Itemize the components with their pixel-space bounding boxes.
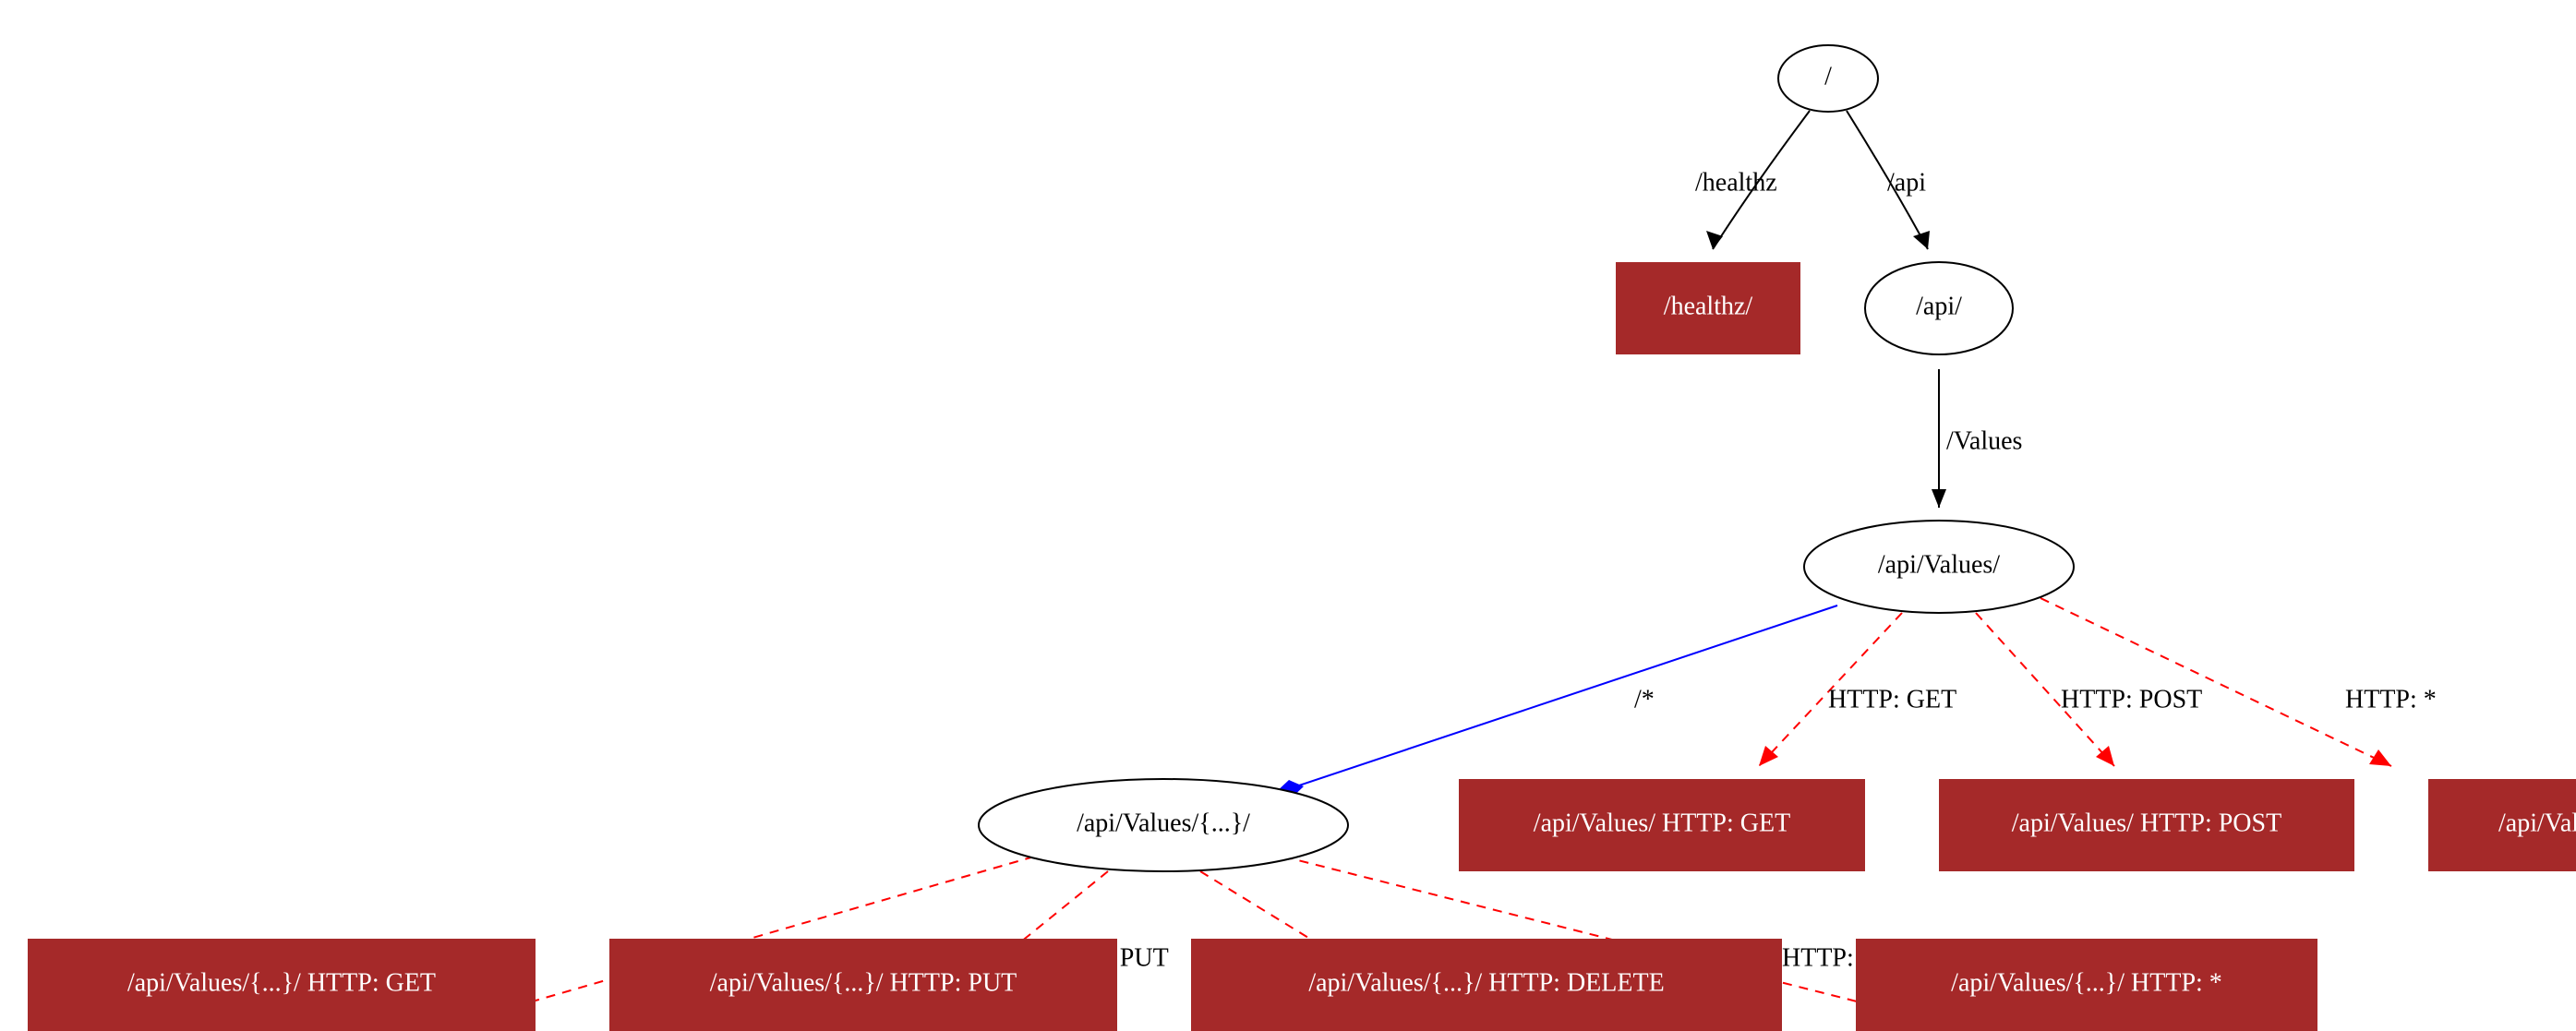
node-api-values-param-star-label: /api/Values/{...}/ HTTP: * — [1951, 968, 2222, 997]
node-api-values-param-star: /api/Values/{...}/ HTTP: * — [1856, 939, 2317, 1031]
node-api-values-param-put: /api/Values/{...}/ HTTP: PUT — [609, 939, 1117, 1031]
node-api-values-param-put-label: /api/Values/{...}/ HTTP: PUT — [710, 968, 1017, 997]
node-api-values-param-get-label: /api/Values/{...}/ HTTP: GET — [127, 968, 436, 997]
node-api-values-param-get: /api/Values/{...}/ HTTP: GET — [28, 939, 536, 1031]
node-api-values-param-delete: /api/Values/{...}/ HTTP: DELETE — [1191, 939, 1782, 1031]
node-api-values-param-delete-label: /api/Values/{...}/ HTTP: DELETE — [1308, 968, 1664, 997]
